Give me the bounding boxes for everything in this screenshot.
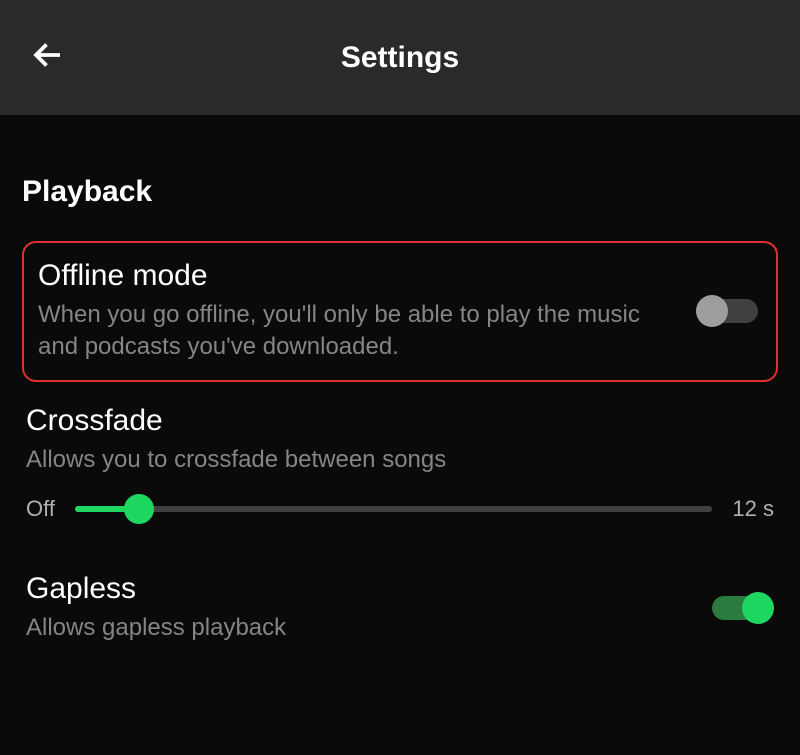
crossfade-title: Crossfade: [26, 404, 774, 438]
content-area: Playback Offline mode When you go offlin…: [0, 115, 800, 653]
gapless-toggle[interactable]: [708, 590, 774, 626]
setting-offline-mode: Offline mode When you go offline, you'll…: [22, 241, 778, 382]
setting-gapless: Gapless Allows gapless playback: [22, 564, 778, 652]
page-title: Settings: [30, 41, 770, 75]
slider-thumb: [124, 494, 154, 524]
setting-text: Gapless Allows gapless playback: [26, 572, 708, 644]
toggle-thumb: [742, 592, 774, 624]
crossfade-slider[interactable]: [75, 494, 712, 524]
gapless-title: Gapless: [26, 572, 688, 606]
setting-crossfade: Crossfade Allows you to crossfade betwee…: [22, 404, 778, 524]
crossfade-slider-row: Off 12 s: [26, 494, 774, 524]
setting-text: Offline mode When you go offline, you'll…: [38, 259, 696, 364]
slider-track: [75, 506, 712, 512]
offline-toggle[interactable]: [696, 293, 762, 329]
section-title-playback: Playback: [22, 175, 778, 209]
gapless-desc: Allows gapless playback: [26, 612, 688, 644]
back-arrow-icon[interactable]: [30, 37, 66, 78]
crossfade-min-label: Off: [26, 496, 55, 522]
offline-title: Offline mode: [38, 259, 676, 293]
offline-desc: When you go offline, you'll only be able…: [38, 299, 676, 364]
crossfade-desc: Allows you to crossfade between songs: [26, 444, 774, 476]
crossfade-max-label: 12 s: [732, 496, 774, 522]
header-bar: Settings: [0, 0, 800, 115]
